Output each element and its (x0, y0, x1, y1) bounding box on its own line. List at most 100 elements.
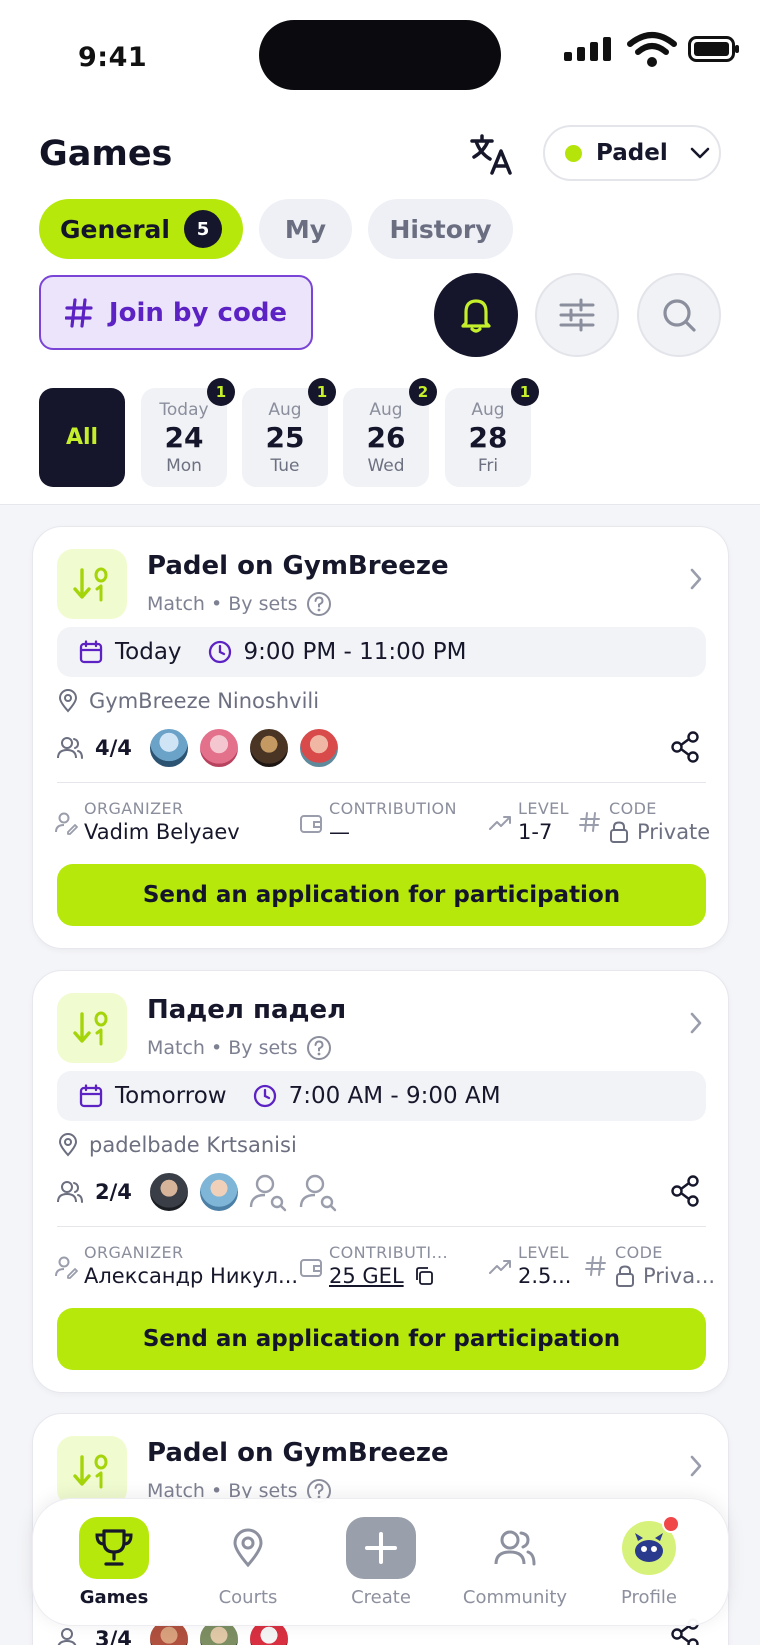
tab-my[interactable]: My (259, 199, 352, 259)
contribution-block: CONTRIBUTI... 25 GEL (300, 1243, 448, 1288)
share-icon[interactable] (670, 731, 700, 763)
mascot-icon (635, 1533, 663, 1562)
avatar[interactable] (197, 727, 240, 769)
filter-button[interactable] (535, 273, 619, 357)
avatar[interactable] (147, 1171, 190, 1213)
date-count-badge: 1 (207, 378, 235, 406)
organizer-name[interactable]: Александр Никул... (84, 1264, 298, 1288)
bottom-nav: Games Courts Create Community Profile (32, 1498, 729, 1626)
contribution-value: 25 GEL (329, 1264, 448, 1288)
empty-slot-icon[interactable] (248, 1171, 290, 1213)
sport-label: Padel (596, 140, 668, 166)
lock-icon (616, 1265, 634, 1287)
help-icon[interactable] (306, 591, 332, 617)
date-chip[interactable]: Aug 26 Wed 2 (343, 378, 437, 487)
share-icon[interactable] (670, 1175, 700, 1207)
code-label: CODE (609, 799, 657, 818)
chevron-right-icon[interactable] (688, 1454, 704, 1478)
location-name: GymBreeze Ninoshvili (89, 689, 320, 713)
notifications-button[interactable] (434, 273, 518, 357)
translate-button[interactable] (466, 128, 518, 180)
location-name: padelbade Krtsanisi (89, 1133, 297, 1157)
date-chip[interactable]: Today 24 Mon 1 (141, 378, 235, 487)
date-count-badge: 1 (511, 378, 539, 406)
nav-community[interactable]: Community (450, 1517, 580, 1608)
game-type: Match • By sets (147, 593, 298, 615)
search-button[interactable] (637, 273, 721, 357)
code-text: Private (637, 820, 711, 844)
chevron-right-icon[interactable] (688, 567, 704, 591)
organizer-label: ORGANIZER (84, 799, 184, 818)
game-date: Today (115, 639, 182, 665)
notification-dot (662, 1515, 680, 1533)
apply-button[interactable]: Send an application for participation (57, 1308, 706, 1370)
nav-games[interactable]: Games (49, 1517, 179, 1608)
level-value: 1-7 (518, 820, 553, 844)
code-label: CODE (615, 1243, 663, 1262)
contribution-amount[interactable]: 25 GEL (329, 1264, 404, 1288)
nav-games-label: Games (79, 1587, 149, 1608)
lock-icon (610, 821, 628, 843)
game-location: GymBreeze Ninoshvili (57, 689, 319, 713)
users-icon (57, 1628, 77, 1645)
date-day: 25 (265, 420, 305, 454)
level-block: LEVEL 1-7 (489, 799, 569, 844)
game-time-row: Today 9:00 PM - 11:00 PM (57, 627, 706, 677)
players-count: 2/4 (95, 1180, 132, 1204)
game-title: Padel on GymBreeze (147, 1438, 449, 1468)
date-day: 24 (164, 420, 204, 454)
empty-slot-icon[interactable] (298, 1171, 340, 1213)
hash-icon (585, 1256, 606, 1276)
calendar-icon (79, 1084, 103, 1108)
avatar (614, 1515, 684, 1579)
players-count: 4/4 (95, 736, 132, 760)
date-month: Aug (369, 399, 403, 420)
sport-dot (565, 144, 582, 162)
organizer-name[interactable]: Vadim Belyaev (84, 820, 240, 844)
copy-icon[interactable] (414, 1266, 434, 1286)
game-card[interactable]: Падел падел Match • By sets Tomorrow 7:0… (32, 970, 729, 1393)
apply-button[interactable]: Send an application for participation (57, 864, 706, 926)
date-filter-all[interactable]: All (39, 388, 125, 487)
game-type: Match • By sets (147, 1037, 298, 1059)
nav-courts[interactable]: Courts (183, 1517, 313, 1608)
wallet-icon (300, 815, 322, 833)
organizer-block: ORGANIZER Vadim Belyaev (55, 799, 240, 844)
tab-history[interactable]: History (368, 199, 513, 259)
game-location: padelbade Krtsanisi (57, 1133, 297, 1157)
date-chip[interactable]: Aug 28 Fri 1 (445, 378, 539, 487)
avatar[interactable] (197, 1171, 240, 1213)
date-day: 26 (366, 420, 406, 454)
nav-create-label: Create (351, 1587, 411, 1608)
bell-icon (461, 299, 491, 333)
nav-profile[interactable]: Profile (584, 1515, 714, 1608)
divider (57, 782, 706, 783)
sliders-icon (559, 298, 595, 332)
users-icon (57, 1181, 83, 1203)
users-icon (480, 1517, 550, 1579)
help-icon[interactable] (306, 1035, 332, 1061)
trend-up-icon (489, 1260, 511, 1274)
plus-icon (346, 1517, 416, 1579)
avatar[interactable] (297, 727, 340, 769)
nav-create[interactable]: Create (316, 1517, 446, 1608)
dynamic-island (259, 20, 501, 90)
date-month: Today (159, 399, 209, 420)
date-chip[interactable]: Aug 25 Tue 1 (242, 378, 336, 487)
date-weekday: Wed (367, 455, 405, 476)
clock-icon (253, 1084, 276, 1108)
game-card[interactable]: Padel on GymBreeze Match • By sets Today… (32, 526, 729, 949)
join-by-code-label: Join by code (108, 297, 288, 328)
date-weekday: Mon (166, 455, 202, 476)
nav-courts-label: Courts (218, 1587, 278, 1608)
contribution-value: — (329, 820, 350, 844)
avatar[interactable] (147, 727, 190, 769)
calendar-icon (79, 640, 103, 664)
tab-general[interactable]: General 5 (39, 199, 243, 259)
join-by-code-button[interactable]: Join by code (39, 275, 313, 350)
sport-selector[interactable]: Padel (543, 125, 721, 181)
chevron-right-icon[interactable] (688, 1011, 704, 1035)
tab-general-label: General (60, 214, 170, 244)
code-text: Priva... (643, 1264, 716, 1288)
avatar[interactable] (247, 727, 290, 769)
